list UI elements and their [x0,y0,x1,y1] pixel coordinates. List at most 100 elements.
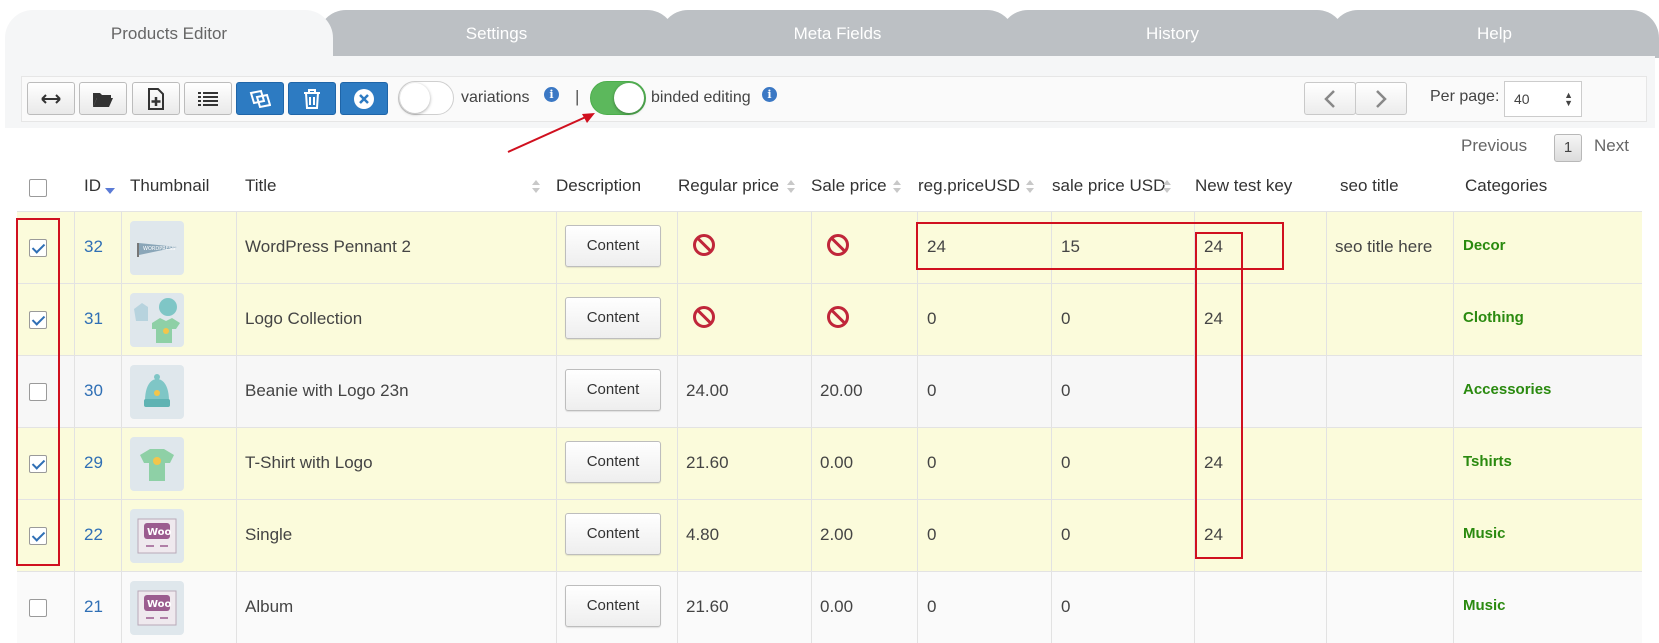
seo-title-value[interactable]: seo title here [1335,237,1432,257]
product-thumbnail[interactable]: Woo [130,581,184,635]
open-button[interactable] [79,82,127,115]
sale-price-usd-value[interactable]: 0 [1061,597,1070,617]
category-link[interactable]: Accessories [1463,381,1551,398]
product-id-link[interactable]: 29 [84,453,103,473]
header-sale-price-usd[interactable]: sale price USD [1052,176,1165,196]
category-link[interactable]: Music [1463,525,1506,542]
new-test-key-value[interactable]: 24 [1204,525,1223,545]
table-row[interactable]: 22 Woo Single Content 4.80 2.00 0 0 24 M… [17,499,1642,571]
reg-price-usd-value[interactable]: 24 [927,237,946,257]
duplicate-button[interactable] [236,82,284,115]
sale-price-usd-value[interactable]: 15 [1061,237,1080,257]
product-title[interactable]: Album [245,597,293,617]
content-button[interactable]: Content [565,369,661,411]
pagination-next[interactable]: Next [1594,136,1629,156]
product-title[interactable]: WordPress Pennant 2 [245,237,411,257]
content-button[interactable]: Content [565,585,661,627]
sort-icon[interactable] [787,180,795,194]
sort-icon[interactable] [1026,180,1034,194]
sale-price-usd-value[interactable]: 0 [1061,381,1070,401]
row-checkbox[interactable] [29,455,47,473]
header-id[interactable]: ID [84,176,101,196]
new-test-key-value[interactable]: 24 [1204,309,1223,329]
reg-price-usd-value[interactable]: 0 [927,525,936,545]
sale-price-usd-value[interactable]: 0 [1061,453,1070,473]
sale-price-value[interactable]: 0.00 [820,453,853,473]
regular-price-value[interactable]: 21.60 [686,597,729,617]
delete-button[interactable] [288,82,336,115]
product-thumbnail[interactable] [130,293,184,347]
header-title[interactable]: Title [245,176,277,196]
product-title[interactable]: Logo Collection [245,309,362,329]
bulk-edit-button[interactable] [184,82,232,115]
sale-price-value[interactable]: 20.00 [820,381,863,401]
table-row[interactable]: 30 Beanie with Logo 23n Content 24.00 20… [17,355,1642,427]
sale-price-usd-value[interactable]: 0 [1061,309,1070,329]
product-id-link[interactable]: 22 [84,525,103,545]
category-link[interactable]: Music [1463,597,1506,614]
new-product-button[interactable] [132,82,180,115]
product-title[interactable]: Single [245,525,292,545]
select-all-checkbox[interactable] [29,179,47,197]
content-button[interactable]: Content [565,225,661,267]
regular-price-value[interactable]: 4.80 [686,525,719,545]
row-checkbox[interactable] [29,311,47,329]
pagination-previous[interactable]: Previous [1461,136,1527,156]
product-title[interactable]: Beanie with Logo 23n [245,381,409,401]
sort-icon[interactable] [532,180,540,194]
product-id-link[interactable]: 30 [84,381,103,401]
binded-info-icon[interactable]: i [762,87,777,102]
content-button[interactable]: Content [565,441,661,483]
cancel-button[interactable] [340,82,388,115]
table-row[interactable]: 31 Logo Collection Content 0 0 24 Clothi… [17,283,1642,355]
spinner-arrows-icon[interactable]: ▲ ▼ [1564,91,1573,108]
per-page-input[interactable]: 40 ▲ ▼ [1504,81,1582,117]
category-link[interactable]: Tshirts [1463,453,1512,470]
tab-products-editor[interactable]: Products Editor [5,10,333,58]
tab-settings[interactable]: Settings [318,10,675,58]
row-checkbox[interactable] [29,527,47,545]
sale-price-value[interactable]: 0.00 [820,597,853,617]
header-sale-price[interactable]: Sale price [811,176,887,196]
regular-price-value[interactable]: 21.60 [686,453,729,473]
row-checkbox[interactable] [29,239,47,257]
expand-columns-button[interactable] [27,82,75,115]
product-thumbnail[interactable] [130,365,184,419]
sale-price-value[interactable]: 2.00 [820,525,853,545]
table-row[interactable]: 32 WORDPRESS WordPress Pennant 2 Content… [17,211,1642,283]
content-button[interactable]: Content [565,297,661,339]
product-id-link[interactable]: 31 [84,309,103,329]
product-thumbnail[interactable]: Woo [130,509,184,563]
row-checkbox[interactable] [29,599,47,617]
tab-meta-fields[interactable]: Meta Fields [660,10,1015,58]
regular-price-value[interactable]: 24.00 [686,381,729,401]
sort-icon[interactable] [1163,180,1171,194]
category-link[interactable]: Clothing [1463,309,1524,326]
product-thumbnail[interactable] [130,437,184,491]
table-row[interactable]: 21 Woo Album Content 21.60 0.00 0 0 Musi… [17,571,1642,643]
header-regular-price[interactable]: Regular price [678,176,779,196]
tab-help[interactable]: Help [1330,10,1659,58]
new-test-key-value[interactable]: 24 [1204,453,1223,473]
tab-history[interactable]: History [1000,10,1345,58]
next-page-button[interactable] [1355,82,1407,115]
reg-price-usd-value[interactable]: 0 [927,597,936,617]
variations-toggle[interactable] [398,81,454,115]
pagination-current[interactable]: 1 [1554,134,1582,162]
new-test-key-value[interactable]: 24 [1204,237,1223,257]
table-row[interactable]: 29 T-Shirt with Logo Content 21.60 0.00 … [17,427,1642,499]
category-link[interactable]: Decor [1463,237,1506,254]
variations-info-icon[interactable]: i [544,87,559,102]
reg-price-usd-value[interactable]: 0 [927,453,936,473]
product-id-link[interactable]: 32 [84,237,103,257]
content-button[interactable]: Content [565,513,661,555]
reg-price-usd-value[interactable]: 0 [927,381,936,401]
header-reg-price-usd[interactable]: reg.priceUSD [918,176,1020,196]
row-checkbox[interactable] [29,383,47,401]
product-thumbnail[interactable]: WORDPRESS [130,221,184,275]
sort-icon[interactable] [893,180,901,194]
product-title[interactable]: T-Shirt with Logo [245,453,373,473]
product-id-link[interactable]: 21 [84,597,103,617]
sale-price-usd-value[interactable]: 0 [1061,525,1070,545]
reg-price-usd-value[interactable]: 0 [927,309,936,329]
